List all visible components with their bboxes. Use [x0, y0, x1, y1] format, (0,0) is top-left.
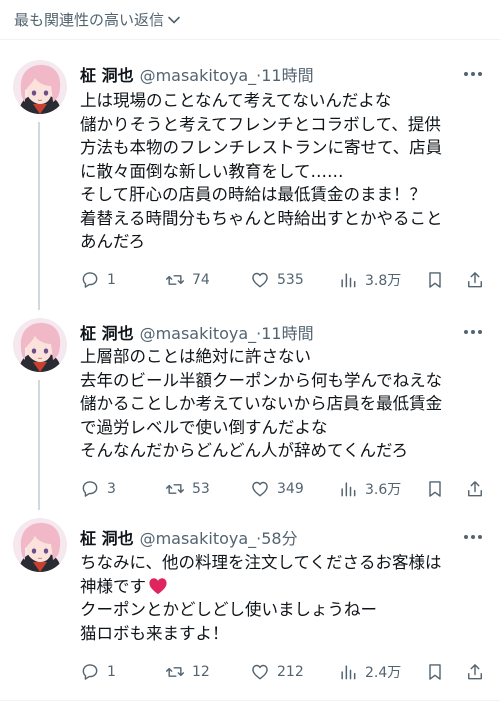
tweet-text-line: あんだろ: [80, 232, 146, 251]
heart-icon: [252, 664, 268, 680]
retweet-icon: [165, 484, 185, 494]
more-dots-icon[interactable]: [464, 535, 482, 541]
tweet-text: 上層部のことは絶対に許さない 去年のビール半額クーポンから何も学んでねえな 儲か…: [80, 345, 490, 463]
avatar[interactable]: [13, 318, 67, 372]
views-button[interactable]: 2.4万: [338, 660, 401, 684]
retweet-icon: [165, 667, 185, 677]
views-button[interactable]: 3.6万: [338, 477, 401, 501]
tweet-text: 上は現場のことなんて考えてないんだよな 儲かりそうと考えてフレンチとコラボして、…: [80, 89, 490, 254]
bookmark-icon: [429, 664, 441, 680]
tweet-text-line: 儲かることしか考えていないから店員を最低賃金: [80, 394, 443, 413]
tweet-text-line: 去年のビール半額クーポンから何も学んでねえな: [80, 370, 443, 390]
avatar[interactable]: [13, 60, 67, 114]
views-chart-icon: [341, 482, 356, 497]
tweet-header: 柾 洞也 @masakitoya_ · 58分: [80, 525, 298, 549]
tweet-text-line: そんなんだからどんどん人が辞めてくんだろ: [80, 441, 409, 460]
thread-line: [38, 380, 40, 510]
tweet-text-line: 上層部のことは絶対に許さない: [80, 347, 311, 366]
bookmark-button[interactable]: [425, 660, 445, 684]
tweet-header: 柾 洞也 @masakitoya_ · 11時間: [80, 62, 314, 86]
share-button[interactable]: [465, 477, 485, 501]
sort-label: 最も関連性の高い返信: [14, 11, 165, 29]
reply-button[interactable]: 1: [80, 268, 116, 292]
timestamp[interactable]: 58分: [261, 525, 297, 549]
reply-count: 1: [107, 272, 116, 288]
retweet-button[interactable]: 53: [165, 477, 210, 501]
reply-icon: [82, 481, 98, 497]
tweet-text-line: 神様です: [80, 575, 490, 599]
thread-line: [38, 122, 40, 310]
tweet-text-line: クーポンとかどしどし使いましょうねー: [80, 600, 377, 619]
retweet-icon: [165, 275, 185, 285]
chevron-down-icon: [168, 16, 180, 23]
views-chart-icon: [341, 665, 356, 680]
share-icon: [468, 272, 482, 288]
timestamp[interactable]: 11時間: [261, 62, 313, 86]
tweet-text-line: ちなみに、他の料理を注文してくださるお客様は: [80, 553, 442, 572]
share-icon: [468, 481, 482, 497]
reply-button[interactable]: 1: [80, 660, 116, 684]
tweet-text-line: 方法も本物のフレンチレストランに寄せて、店員: [80, 138, 443, 157]
bottom-divider: [0, 700, 500, 701]
display-name[interactable]: 柾 洞也: [80, 62, 134, 86]
tweet-text-line: 上は現場のことなんて考えてないんだよな: [80, 91, 392, 110]
reply-icon: [82, 272, 98, 288]
like-button[interactable]: 535: [250, 268, 304, 292]
avatar[interactable]: [13, 518, 67, 572]
like-button[interactable]: 212: [250, 660, 304, 684]
reply-sort-dropdown[interactable]: 最も関連性の高い返信: [0, 0, 500, 40]
view-count: 3.8万: [365, 273, 402, 289]
view-count: 3.6万: [365, 482, 402, 498]
heart-icon: [252, 481, 268, 497]
user-handle[interactable]: @masakitoya_: [140, 66, 257, 85]
share-icon: [468, 664, 482, 680]
red-heart-emoji-icon: [149, 577, 167, 594]
reply-button[interactable]: 3: [80, 477, 116, 501]
display-name[interactable]: 柾 洞也: [80, 320, 134, 344]
tweet-actions: 3 53 349 3.6万: [80, 477, 490, 501]
share-button[interactable]: [465, 660, 485, 684]
reply-count: 3: [107, 481, 116, 497]
views-button[interactable]: 3.8万: [338, 268, 401, 292]
share-button[interactable]: [465, 268, 485, 292]
retweet-count: 74: [192, 272, 210, 288]
retweet-button[interactable]: 12: [165, 660, 210, 684]
more-dots-icon[interactable]: [464, 330, 482, 336]
timestamp[interactable]: 11時間: [261, 320, 313, 344]
bookmark-button[interactable]: [425, 477, 445, 501]
display-name[interactable]: 柾 洞也: [80, 525, 134, 549]
heart-icon: [252, 272, 268, 288]
retweet-count: 53: [192, 481, 210, 497]
tweet-actions: 1 74 535 3.8万: [80, 268, 490, 292]
like-count: 349: [277, 481, 304, 497]
tweet-text-line: で過労レベルで使い倒すんだよな: [80, 417, 328, 437]
retweet-count: 12: [192, 664, 210, 680]
views-chart-icon: [341, 273, 356, 288]
reply-count: 1: [107, 664, 116, 680]
tweet-text: ちなみに、他の料理を注文してくださるお客様は 神様です クーポンとかどしどし使い…: [80, 551, 490, 645]
like-count: 535: [277, 272, 304, 288]
user-handle[interactable]: @masakitoya_: [140, 529, 257, 548]
tweet-text-line: 猫ロボも来ますよ！: [80, 623, 229, 643]
more-dots-icon[interactable]: [464, 72, 482, 78]
tweet-header: 柾 洞也 @masakitoya_ · 11時間: [80, 320, 314, 344]
bookmark-icon: [429, 272, 441, 288]
reply-icon: [82, 664, 98, 680]
user-handle[interactable]: @masakitoya_: [140, 324, 257, 343]
tweet-text-line: 儲かりそうと考えてフレンチとコラボして、提供: [80, 114, 441, 134]
retweet-button[interactable]: 74: [165, 268, 210, 292]
tweet-actions: 1 12 212 2.4万: [80, 660, 490, 684]
tweet-text-line: そして肝心の店員の時給は最低賃金のまま！？: [80, 185, 427, 204]
bookmark-icon: [429, 481, 441, 497]
bookmark-button[interactable]: [425, 268, 445, 292]
like-count: 212: [277, 664, 304, 680]
tweet-text-line: に散々面倒な新しい教育をして……: [80, 161, 344, 181]
tweet-text-line: 着替える時間分もちゃんと時給出すとかやること: [80, 208, 443, 228]
like-button[interactable]: 349: [250, 477, 304, 501]
view-count: 2.4万: [365, 665, 402, 681]
